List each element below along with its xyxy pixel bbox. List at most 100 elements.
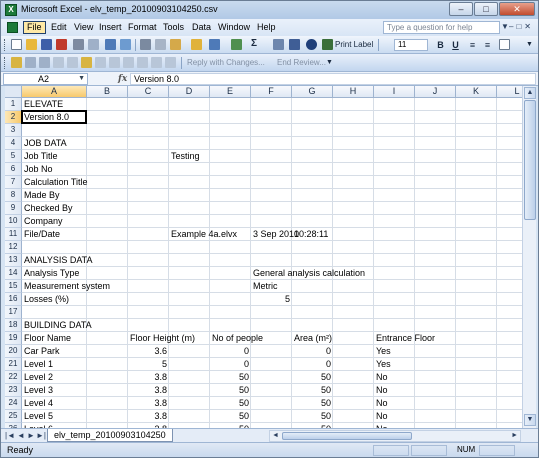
cell-f15[interactable]: Metric (251, 280, 280, 293)
bold-button[interactable]: B (434, 39, 447, 51)
menu-insert[interactable]: Insert (96, 21, 125, 34)
column-header-j[interactable]: J (415, 86, 456, 98)
row-header-5[interactable]: 5 (5, 150, 22, 163)
cell-a24[interactable]: Level 4 (22, 397, 55, 410)
cell-a16[interactable]: Losses (%) (22, 293, 71, 306)
review-icon-5[interactable] (67, 57, 78, 68)
row-header-24[interactable]: 24 (5, 397, 22, 410)
column-header-d[interactable]: D (169, 86, 210, 98)
cell-i24[interactable]: No (374, 397, 390, 410)
document-window-controls[interactable]: –□✕ (509, 22, 534, 31)
name-box-dropdown-icon[interactable]: ▼ (78, 74, 85, 84)
print-icon[interactable] (73, 39, 84, 50)
cell-c24[interactable]: 3.8 (128, 397, 169, 410)
cell-a13[interactable]: ANALYSIS DATA (22, 254, 95, 267)
cell-e21[interactable]: 0 (210, 358, 251, 371)
menu-tools[interactable]: Tools (160, 21, 187, 34)
tool-icon[interactable] (306, 39, 317, 50)
new-icon[interactable] (11, 39, 22, 50)
cell-i21[interactable]: Yes (374, 358, 393, 371)
cell-a10[interactable]: Company (22, 215, 65, 228)
cell-e19[interactable]: No of people (210, 332, 265, 345)
cell-i20[interactable]: Yes (374, 345, 393, 358)
name-box[interactable]: A2 ▼ (3, 73, 88, 85)
row-header-16[interactable]: 16 (5, 293, 22, 306)
review-icon-6[interactable] (81, 57, 92, 68)
review-icon-2[interactable] (25, 57, 36, 68)
row-header-17[interactable]: 17 (5, 306, 22, 319)
permission-icon[interactable] (56, 39, 67, 50)
cell-g22[interactable]: 50 (292, 371, 333, 384)
document-icon[interactable] (7, 22, 18, 33)
paste-icon[interactable] (170, 39, 181, 50)
cell-a15[interactable]: Measurement system (22, 280, 112, 293)
hyperlink-icon[interactable] (231, 39, 242, 50)
scroll-right-icon[interactable]: ► (511, 431, 518, 441)
row-header-23[interactable]: 23 (5, 384, 22, 397)
sort-ascending-icon[interactable] (273, 39, 284, 50)
open-icon[interactable] (26, 39, 37, 50)
row-header-2[interactable]: 2 (5, 111, 22, 124)
column-header-f[interactable]: F (251, 86, 292, 98)
cell-a20[interactable]: Car Park (22, 345, 62, 358)
column-header-h[interactable]: H (333, 86, 374, 98)
review-icon-10[interactable] (137, 57, 148, 68)
cell-f14[interactable]: General analysis calculation (251, 267, 367, 280)
scroll-left-icon[interactable]: ◄ (272, 431, 279, 441)
review-icon-1[interactable] (11, 57, 22, 68)
cell-d11[interactable]: Example 4a.elvx (169, 228, 239, 241)
cell-a4[interactable]: JOB DATA (22, 137, 69, 150)
undo-icon[interactable] (209, 39, 220, 50)
select-all-corner[interactable] (5, 86, 22, 98)
row-header-22[interactable]: 22 (5, 371, 22, 384)
formula-input[interactable]: Version 8.0 (130, 73, 536, 85)
cell-a9[interactable]: Checked By (22, 202, 75, 215)
align-center-icon[interactable]: ≡ (466, 39, 479, 51)
menu-view[interactable]: View (71, 21, 96, 34)
insert-function-icon[interactable]: fx (118, 74, 127, 84)
borders-icon[interactable] (499, 39, 510, 50)
column-header-c[interactable]: C (128, 86, 169, 98)
toolbar-grip[interactable] (4, 39, 7, 51)
cell-a8[interactable]: Made By (22, 189, 62, 202)
cell-i22[interactable]: No (374, 371, 390, 384)
row-header-4[interactable]: 4 (5, 137, 22, 150)
cell-c21[interactable]: 5 (128, 358, 169, 371)
copy-icon[interactable] (155, 39, 166, 50)
row-header-7[interactable]: 7 (5, 176, 22, 189)
row-header-10[interactable]: 10 (5, 215, 22, 228)
menu-file[interactable]: File (23, 21, 46, 34)
cell-g25[interactable]: 50 (292, 410, 333, 423)
cell-a6[interactable]: Job No (22, 163, 55, 176)
cell-c25[interactable]: 3.8 (128, 410, 169, 423)
menu-edit[interactable]: Edit (48, 21, 70, 34)
cell-i23[interactable]: No (374, 384, 390, 397)
menu-help[interactable]: Help (254, 21, 279, 34)
cell-a14[interactable]: Analysis Type (22, 267, 81, 280)
cut-icon[interactable] (140, 39, 151, 50)
cell-a5[interactable]: Job Title (22, 150, 60, 163)
worksheet-grid[interactable]: A B C D E F G H I J K L 1 ELEVATE 2 Version 8.0 3 4 JOB DA… (5, 86, 522, 428)
research-icon[interactable] (120, 39, 131, 50)
vertical-scroll-thumb[interactable] (524, 100, 536, 220)
excel-app-icon[interactable]: X (5, 4, 17, 16)
format-painter-icon[interactable] (191, 39, 202, 50)
cell-e23[interactable]: 50 (210, 384, 251, 397)
menu-format[interactable]: Format (125, 21, 160, 34)
review-icon-12[interactable] (165, 57, 176, 68)
font-size-select[interactable]: 11 (394, 39, 428, 51)
cell-a18[interactable]: BUILDING DATA (22, 319, 94, 332)
cell-e20[interactable]: 0 (210, 345, 251, 358)
spelling-icon[interactable] (105, 39, 116, 50)
cell-a25[interactable]: Level 5 (22, 410, 55, 423)
horizontal-scrollbar[interactable]: ◄ ► (269, 430, 521, 442)
cell-g24[interactable]: 50 (292, 397, 333, 410)
menu-window[interactable]: Window (215, 21, 253, 34)
print-label-button[interactable]: Print Label (335, 40, 373, 49)
cell-a23[interactable]: Level 3 (22, 384, 55, 397)
cell-a22[interactable]: Level 2 (22, 371, 55, 384)
underline-button[interactable]: U (449, 39, 462, 51)
maximize-button[interactable]: □ (474, 2, 498, 16)
print-preview-icon[interactable] (88, 39, 99, 50)
review-icon-11[interactable] (151, 57, 162, 68)
